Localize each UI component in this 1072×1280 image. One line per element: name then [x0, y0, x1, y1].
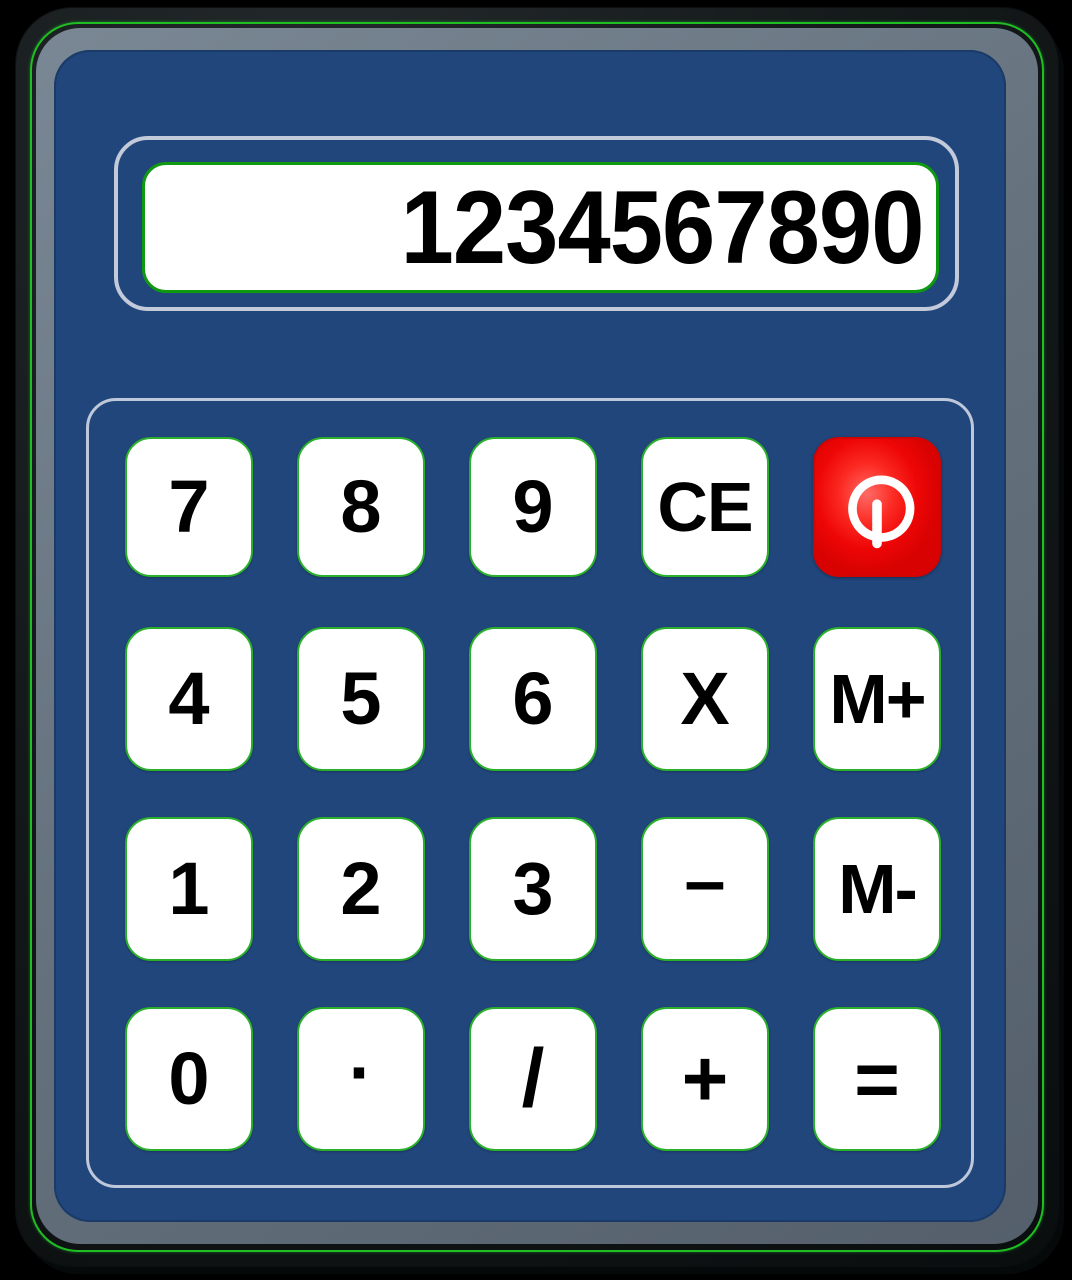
- key-1[interactable]: 1: [125, 817, 253, 961]
- power-icon: [829, 459, 925, 555]
- key-clear-entry[interactable]: CE: [641, 437, 769, 577]
- key-memory-add-label: M+: [829, 660, 926, 738]
- keypad-grid: 7 8 9 CE 4 5 6 X M+ 1 2 3 – M- 0 · / + =: [125, 437, 941, 1153]
- keypad-panel: 7 8 9 CE 4 5 6 X M+ 1 2 3 – M- 0 · / + =: [86, 398, 974, 1188]
- key-4-label: 4: [168, 657, 210, 740]
- key-9[interactable]: 9: [469, 437, 597, 577]
- key-6[interactable]: 6: [469, 627, 597, 771]
- key-5[interactable]: 5: [297, 627, 425, 771]
- key-add-label: +: [681, 1034, 729, 1123]
- key-1-label: 1: [168, 847, 210, 930]
- key-decimal-point-label: ·: [348, 1031, 374, 1114]
- key-0-label: 0: [168, 1037, 210, 1120]
- key-power[interactable]: [813, 437, 941, 577]
- display-frame: 1234567890: [114, 136, 959, 311]
- key-memory-add[interactable]: M+: [813, 627, 941, 771]
- key-divide[interactable]: /: [469, 1007, 597, 1151]
- key-memory-subtract-label: M-: [838, 850, 918, 928]
- key-equals[interactable]: =: [813, 1007, 941, 1151]
- key-multiply[interactable]: X: [641, 627, 769, 771]
- key-multiply-label: X: [680, 657, 730, 740]
- key-3[interactable]: 3: [469, 817, 597, 961]
- display-value: 1234567890: [400, 169, 924, 286]
- key-8-label: 8: [340, 465, 382, 548]
- key-7[interactable]: 7: [125, 437, 253, 577]
- key-9-label: 9: [512, 465, 554, 548]
- key-6-label: 6: [512, 657, 554, 740]
- key-add[interactable]: +: [641, 1007, 769, 1151]
- key-memory-subtract[interactable]: M-: [813, 817, 941, 961]
- key-3-label: 3: [512, 847, 554, 930]
- calculator-body: 1234567890 7 8 9 CE 4 5 6 X M+ 1 2 3 – M- 0 · / + =: [54, 50, 1006, 1222]
- calculator-screenshot: 1234567890 7 8 9 CE 4 5 6 X M+ 1 2 3 – M- 0 · / + =: [0, 0, 1072, 1280]
- key-subtract-label: –: [684, 839, 726, 922]
- key-0[interactable]: 0: [125, 1007, 253, 1151]
- key-8[interactable]: 8: [297, 437, 425, 577]
- key-2[interactable]: 2: [297, 817, 425, 961]
- key-7-label: 7: [168, 465, 210, 548]
- key-2-label: 2: [340, 847, 382, 930]
- key-decimal-point[interactable]: ·: [297, 1007, 425, 1151]
- key-subtract[interactable]: –: [641, 817, 769, 961]
- key-divide-label: /: [521, 1033, 545, 1124]
- key-clear-entry-label: CE: [657, 468, 753, 546]
- key-equals-label: =: [854, 1035, 900, 1123]
- key-4[interactable]: 4: [125, 627, 253, 771]
- key-5-label: 5: [340, 657, 382, 740]
- display-screen[interactable]: 1234567890: [142, 162, 939, 293]
